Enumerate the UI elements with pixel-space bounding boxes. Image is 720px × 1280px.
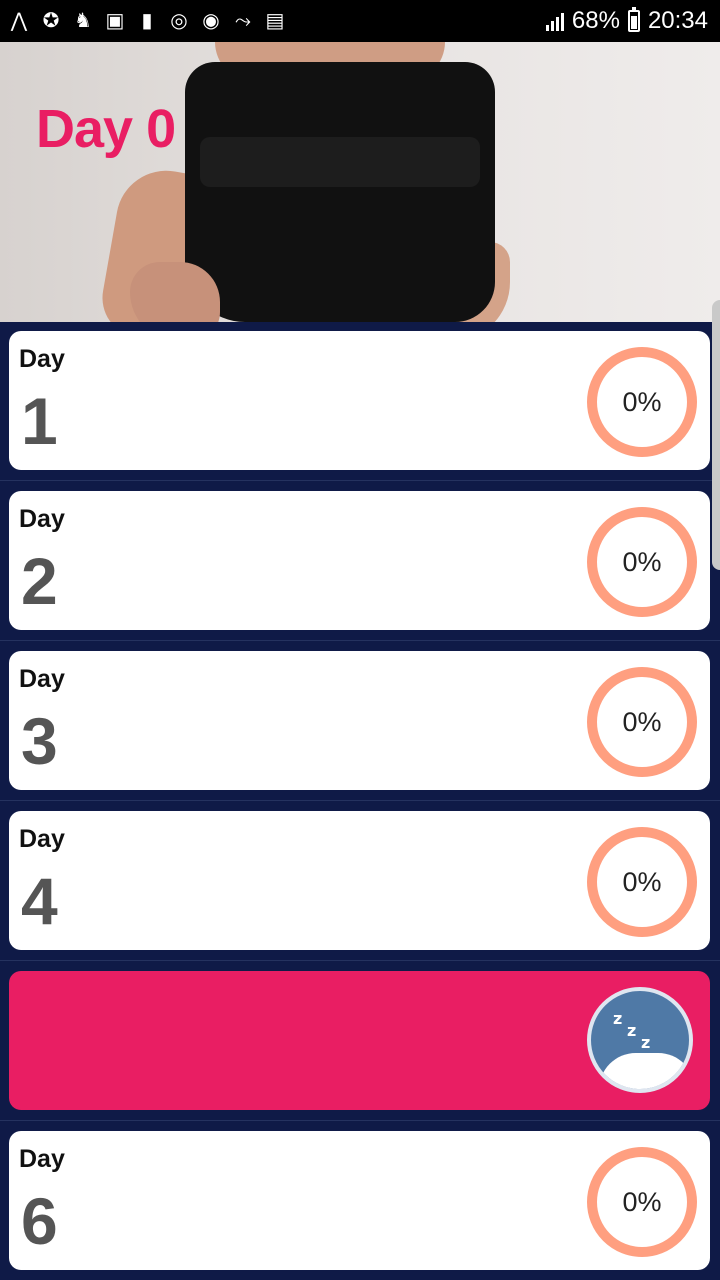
battery-icon	[627, 7, 640, 32]
day-label: Day	[19, 345, 65, 373]
body-icon: ♞	[74, 10, 92, 32]
day-number: 2	[21, 544, 58, 618]
workout-icon: ⤳	[235, 10, 251, 32]
day-list[interactable]: Day 1 0% Day 2 0% Day 3 0% Day 4 0% z z …	[0, 322, 720, 1280]
divider	[0, 800, 720, 801]
accessibility-icon: ⋀	[10, 10, 28, 32]
status-right: 68% 20:34	[545, 6, 708, 36]
progress-ring: 0%	[587, 667, 697, 777]
fitness-icon: ✪	[42, 10, 60, 32]
day-card-3[interactable]: Day 3 0%	[9, 651, 710, 790]
divider	[0, 960, 720, 961]
shorts-image	[185, 62, 495, 322]
sync-icon: ◉	[202, 10, 220, 32]
progress-ring: 0%	[587, 507, 697, 617]
signal-icon	[545, 11, 564, 31]
day-label: Day	[19, 665, 65, 693]
gallery-icon: ▣	[105, 10, 125, 32]
page-title: Day 0	[36, 99, 176, 159]
progress-percent: 0%	[622, 1186, 662, 1217]
progress-ring: 0%	[587, 1147, 697, 1257]
header-banner: Day 0	[0, 42, 720, 322]
rest-day-card[interactable]: z z z	[9, 971, 710, 1110]
progress-ring: 0%	[587, 827, 697, 937]
day-label: Day	[19, 1145, 65, 1173]
progress-ring: 0%	[587, 347, 697, 457]
progress-percent: 0%	[622, 386, 662, 417]
cup-icon: ▮	[141, 10, 153, 32]
day-card-4[interactable]: Day 4 0%	[9, 811, 710, 950]
day-card-1[interactable]: Day 1 0%	[9, 331, 710, 470]
divider	[0, 480, 720, 481]
message-icon: ▤	[265, 10, 285, 32]
progress-percent: 0%	[622, 866, 662, 897]
status-bar: ⋀ ✪ ♞ ▣ ▮ ◎ ◉ ⤳ ▤ 68% 20:34	[0, 0, 720, 42]
day-card-6[interactable]: Day 6 0%	[9, 1131, 710, 1270]
day-label: Day	[19, 505, 65, 533]
divider	[0, 1120, 720, 1121]
notification-icons: ⋀ ✪ ♞ ▣ ▮ ◎ ◉ ⤳ ▤	[8, 7, 286, 35]
day-card-2[interactable]: Day 2 0%	[9, 491, 710, 630]
progress-percent: 0%	[622, 706, 662, 737]
clock: 20:34	[647, 7, 708, 34]
battery-percent: 68%	[571, 7, 620, 34]
day-number: 4	[21, 864, 58, 938]
divider	[0, 640, 720, 641]
progress-percent: 0%	[622, 546, 662, 577]
day-number: 1	[21, 384, 58, 458]
day-number: 6	[21, 1184, 58, 1258]
day-label: Day	[19, 825, 65, 853]
instagram-icon: ◎	[170, 10, 188, 32]
scrollbar[interactable]	[712, 300, 720, 570]
day-number: 3	[21, 704, 58, 778]
sleep-icon: z z z	[587, 987, 693, 1093]
